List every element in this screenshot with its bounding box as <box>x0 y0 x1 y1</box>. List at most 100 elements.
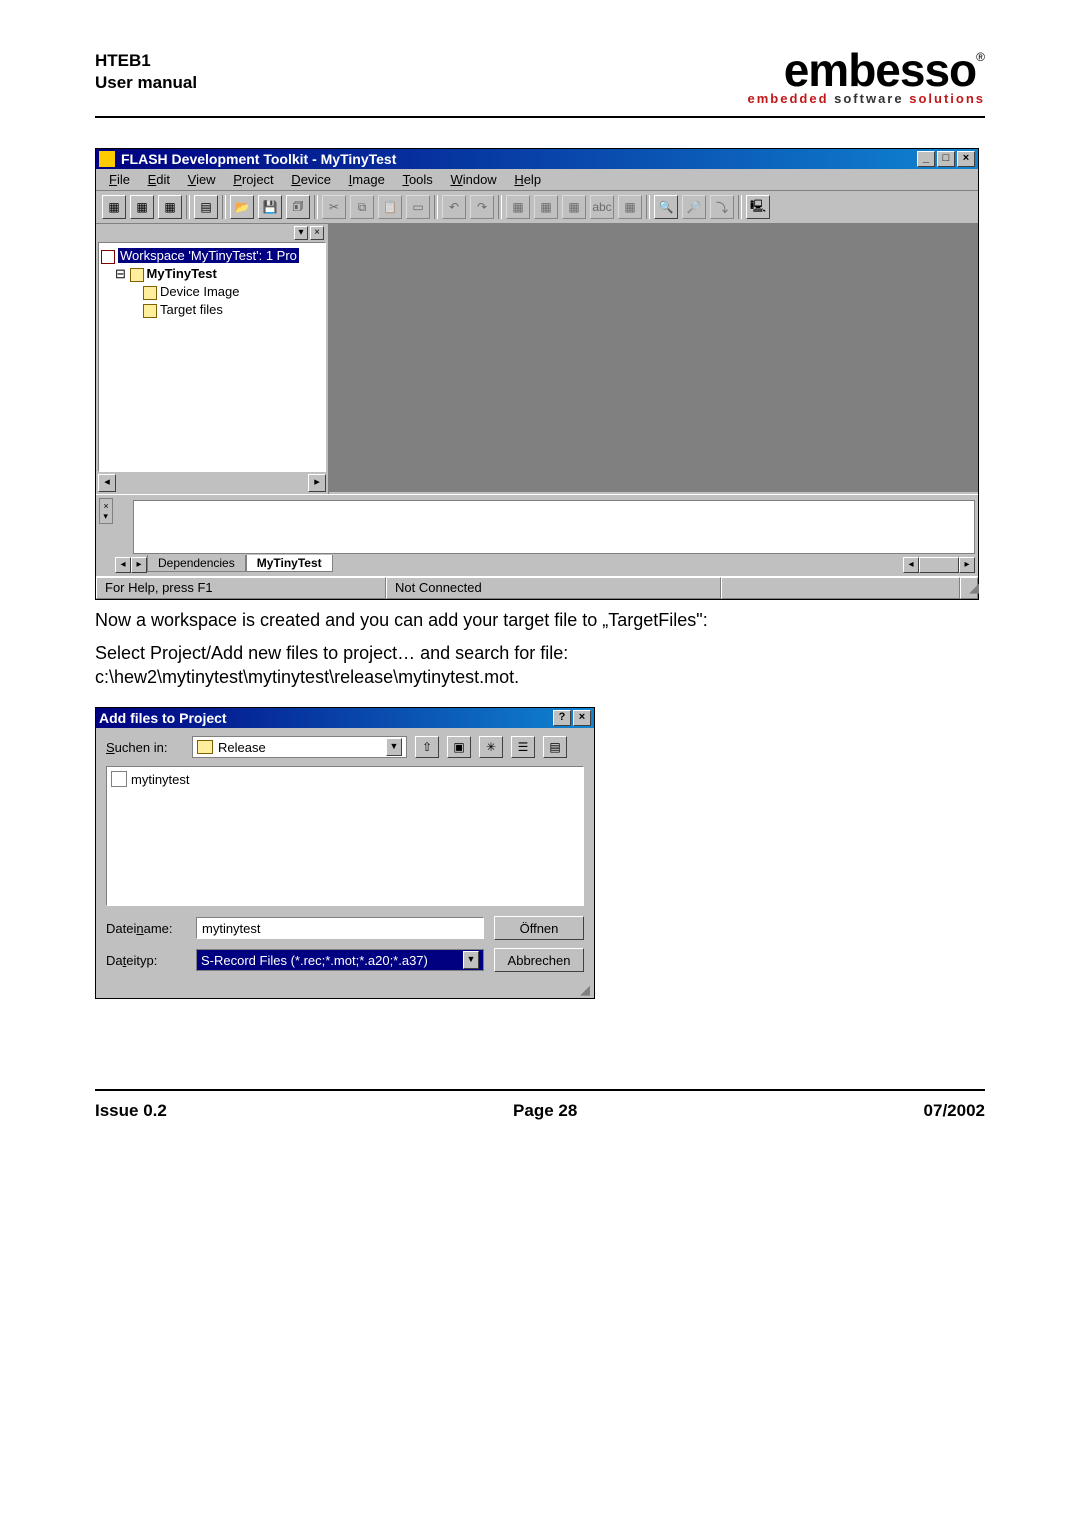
scroll-track[interactable] <box>919 557 959 573</box>
filename-input[interactable] <box>196 917 484 939</box>
tb-build-icon[interactable]: 🖳 <box>746 195 770 219</box>
titlebar: FLASH Development Toolkit - MyTinyTest _… <box>96 149 978 169</box>
file-item-label: mytinytest <box>131 772 190 787</box>
up-folder-button[interactable]: ⇧ <box>415 736 439 758</box>
tb-redo-icon: ↷ <box>470 195 494 219</box>
minimize-button[interactable]: _ <box>917 151 935 167</box>
output-text[interactable] <box>133 500 975 554</box>
tb-sep <box>434 195 438 219</box>
tb-box2-icon[interactable]: ▦ <box>130 195 154 219</box>
menu-window[interactable]: Window <box>443 170 503 189</box>
tb-sep <box>186 195 190 219</box>
pane-close-button[interactable]: × <box>310 226 324 240</box>
status-connection: Not Connected <box>386 577 721 599</box>
menu-edit[interactable]: Edit <box>141 170 177 189</box>
window-controls: _ □ × <box>917 151 975 167</box>
menu-view[interactable]: View <box>181 170 223 189</box>
tab-prev-icon[interactable]: ◂ <box>115 557 131 573</box>
footer-page: Page 28 <box>513 1101 577 1121</box>
tb-abc-icon: abc <box>590 195 614 219</box>
menu-help[interactable]: Help <box>507 170 548 189</box>
file-dialog: Add files to Project ? × Suchen in: Rele… <box>95 707 595 999</box>
workspace-icon <box>101 250 115 264</box>
tb-script-icon[interactable]: ▤ <box>194 195 218 219</box>
desktop-button[interactable]: ▣ <box>447 736 471 758</box>
status-empty <box>721 577 960 599</box>
tree-device-image[interactable]: Device Image <box>101 283 323 301</box>
footer-date: 07/2002 <box>924 1101 985 1121</box>
tree-device-image-label: Device Image <box>160 284 239 299</box>
menu-tools[interactable]: Tools <box>395 170 439 189</box>
logo: embesso® embedded software solutions <box>748 50 985 106</box>
tab-dependencies[interactable]: Dependencies <box>147 555 246 572</box>
lookin-label: Suchen in: <box>106 740 184 755</box>
dlg-close-button[interactable]: × <box>573 710 591 726</box>
maximize-button[interactable]: □ <box>937 151 955 167</box>
tb-find-icon[interactable]: 🔍 <box>654 195 678 219</box>
lookin-combo[interactable]: Release ▼ <box>192 736 407 758</box>
side-scrollbar[interactable]: ◂ ▸ <box>98 474 326 492</box>
filetype-combo[interactable]: S-Record Files (*.rec;*.mot;*.a20;*.a37)… <box>196 949 484 971</box>
dlg-resize-grip-icon[interactable]: ◢ <box>96 982 594 998</box>
menu-file[interactable]: File <box>102 170 137 189</box>
tb-paste-icon: 📋 <box>378 195 402 219</box>
tb-grid2-icon: ▦ <box>534 195 558 219</box>
file-list[interactable]: mytinytest <box>106 766 584 906</box>
pane-dock-button[interactable]: ▾ <box>294 226 308 240</box>
tb-box1-icon[interactable]: ▦ <box>102 195 126 219</box>
tab-next-icon[interactable]: ▸ <box>131 557 147 573</box>
doc-title-l1: HTEB1 <box>95 50 197 72</box>
tree-project[interactable]: ⊟ MyTinyTest <box>101 265 323 283</box>
statusbar: For Help, press F1 Not Connected ◢ <box>96 576 978 599</box>
open-button[interactable]: Öffnen <box>494 916 584 940</box>
menu-project[interactable]: Project <box>226 170 280 189</box>
scroll-left-icon[interactable]: ◂ <box>98 474 116 492</box>
tb-grid3-icon: ▦ <box>562 195 586 219</box>
details-view-button[interactable]: ▤ <box>543 736 567 758</box>
project-icon <box>130 268 144 282</box>
tree-workspace[interactable]: Workspace 'MyTinyTest': 1 Pro <box>101 247 323 265</box>
dropdown-icon[interactable]: ▼ <box>386 738 402 756</box>
tb-grid4-icon: ▦ <box>618 195 642 219</box>
body-host: ▾ × Workspace 'MyTinyTest': 1 Pro ⊟ MyTi… <box>96 224 978 494</box>
menu-image[interactable]: Image <box>342 170 392 189</box>
new-folder-button[interactable]: ✳ <box>479 736 503 758</box>
scroll-right-icon[interactable]: ▸ <box>959 557 975 573</box>
output-hscroll[interactable]: ◂ ▸ <box>903 557 975 573</box>
body-paragraph-1: Now a workspace is created and you can a… <box>95 608 985 632</box>
project-tree[interactable]: Workspace 'MyTinyTest': 1 Pro ⊟ MyTinyTe… <box>98 242 326 472</box>
menubar: File Edit View Project Device Image Tool… <box>96 169 978 191</box>
tb-open-icon[interactable]: 📂 <box>230 195 254 219</box>
menu-device[interactable]: Device <box>284 170 338 189</box>
tree-project-label: MyTinyTest <box>147 266 217 281</box>
dlg-help-button[interactable]: ? <box>553 710 571 726</box>
scroll-left-icon[interactable]: ◂ <box>903 557 919 573</box>
cancel-button[interactable]: Abbrechen <box>494 948 584 972</box>
tb-sep <box>646 195 650 219</box>
tb-sep <box>222 195 226 219</box>
output-tabs: ◂ ▸ Dependencies MyTinyTest ◂ ▸ <box>113 554 975 573</box>
toolbar: ▦ ▦ ▦ ▤ 📂 💾 🗊 ✂ ⧉ 📋 ▭ ↶ ↷ ▦ ▦ ▦ abc ▦ 🔍 … <box>96 191 978 224</box>
output-close-icon[interactable]: ×▾ <box>99 498 113 524</box>
dropdown-icon[interactable]: ▼ <box>463 951 479 969</box>
logo-tagline: embedded software solutions <box>748 91 985 106</box>
tree-workspace-label: Workspace 'MyTinyTest': 1 Pro <box>118 248 299 263</box>
file-item[interactable]: mytinytest <box>111 771 579 787</box>
footer-issue: Issue 0.2 <box>95 1101 167 1121</box>
tb-saveall-icon[interactable]: 🗊 <box>286 195 310 219</box>
resize-grip-icon[interactable]: ◢ <box>960 577 978 599</box>
logo-wordmark: embesso <box>784 44 976 96</box>
status-help: For Help, press F1 <box>96 577 386 599</box>
filetype-value: S-Record Files (*.rec;*.mot;*.a20;*.a37) <box>201 953 428 968</box>
scroll-right-icon[interactable]: ▸ <box>308 474 326 492</box>
tab-mytinytest[interactable]: MyTinyTest <box>246 555 333 572</box>
tb-sep <box>314 195 318 219</box>
tb-save-icon[interactable]: 💾 <box>258 195 282 219</box>
close-button[interactable]: × <box>957 151 975 167</box>
tb-box3-icon[interactable]: ▦ <box>158 195 182 219</box>
list-view-button[interactable]: ☰ <box>511 736 535 758</box>
folder-icon <box>143 286 157 300</box>
tb-cut-icon: ✂ <box>322 195 346 219</box>
app-window: FLASH Development Toolkit - MyTinyTest _… <box>95 148 979 600</box>
tree-target-files[interactable]: Target files <box>101 301 323 319</box>
